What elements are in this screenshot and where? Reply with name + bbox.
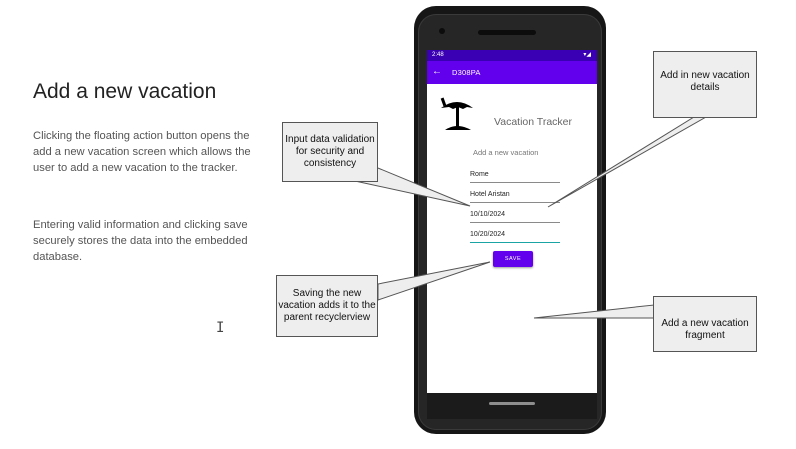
callout-details: Add in new vacation details: [653, 51, 757, 118]
callout-validation: Input data validation for security and c…: [282, 122, 378, 182]
callout-fragment: Add a new vacation fragment: [653, 296, 757, 352]
callout-saving: Saving the new vacation adds it to the p…: [276, 275, 378, 337]
